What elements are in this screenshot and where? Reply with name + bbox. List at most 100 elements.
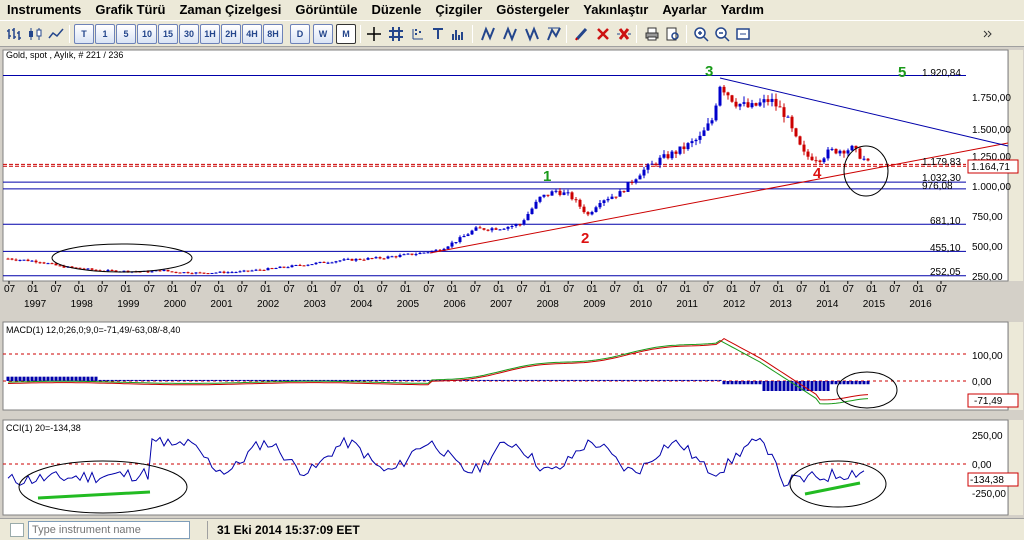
delete-icon[interactable] (593, 24, 613, 44)
macd-histogram-bar (594, 379, 598, 381)
macd-histogram-bar (614, 379, 618, 381)
candle-body (354, 258, 358, 261)
grid-icon[interactable] (386, 24, 406, 44)
timeframe-4h-button[interactable]: 4H (242, 24, 262, 44)
macd-histogram-bar (562, 379, 566, 381)
candle-body (342, 259, 346, 261)
timeframe-30m-button[interactable]: 30 (179, 24, 199, 44)
macd-histogram-bar (286, 379, 290, 381)
wave-tool-1-icon[interactable] (478, 24, 498, 44)
menu-help[interactable]: Yardım (714, 0, 771, 20)
menu-instruments[interactable]: Instruments (0, 0, 88, 20)
candle-body (582, 206, 586, 213)
candle-body (518, 224, 522, 226)
timeframe-10m-button[interactable]: 10 (137, 24, 157, 44)
timeframe-1h-button[interactable]: 1H (200, 24, 220, 44)
menu-view[interactable]: Görüntüle (288, 0, 364, 20)
candle-body (238, 271, 242, 273)
menu-indicators[interactable]: Göstergeler (489, 0, 576, 20)
menu-edit[interactable]: Düzenle (364, 0, 428, 20)
zoom-out-icon[interactable] (712, 24, 732, 44)
menu-chart-type[interactable]: Grafik Türü (88, 0, 172, 20)
zoom-fit-icon[interactable] (733, 24, 753, 44)
menu-zoom[interactable]: Yakınlaştır (576, 0, 655, 20)
candle-body (690, 141, 694, 144)
price-scale-icon[interactable] (408, 24, 428, 44)
instrument-search-input[interactable] (28, 521, 190, 539)
candle-body (174, 271, 178, 273)
timeframe-8h-button[interactable]: 8H (263, 24, 283, 44)
x-year-label: 2003 (304, 299, 327, 310)
wave-tool-2-icon[interactable] (500, 24, 520, 44)
timeframe-1m-button[interactable]: 1 (95, 24, 115, 44)
candle-body (86, 268, 90, 270)
timeframe-weekly-button[interactable]: W (313, 24, 333, 44)
delete-all-icon[interactable] (614, 24, 634, 44)
wave-label-1: 1 (543, 168, 551, 185)
candle-body (710, 120, 714, 124)
wave-tool-3-icon[interactable] (522, 24, 542, 44)
x-month-label: 07 (563, 284, 575, 295)
price-panel[interactable] (2, 49, 1009, 282)
timeframe-15m-button[interactable]: 15 (158, 24, 178, 44)
candle-body (422, 252, 426, 254)
macd-histogram-bar (166, 379, 170, 381)
menu-settings[interactable]: Ayarlar (655, 0, 713, 20)
bar-chart-icon[interactable] (4, 24, 24, 44)
x-year-label: 2001 (210, 299, 233, 310)
macd-histogram-bar (510, 379, 514, 381)
x-year-label: 2007 (490, 299, 513, 310)
candle-body (18, 259, 22, 261)
menu-lines[interactable]: Çizgiler (428, 0, 489, 20)
macd-histogram-bar (494, 379, 498, 381)
text-label-icon[interactable] (428, 24, 448, 44)
macd-histogram-bar (750, 381, 754, 385)
print-icon[interactable] (642, 24, 662, 44)
candle-body (34, 260, 38, 263)
zoom-in-icon[interactable] (691, 24, 711, 44)
candle-body (30, 260, 34, 262)
candle-body (230, 272, 234, 274)
candle-body (490, 228, 494, 231)
macd-histogram-bar (134, 379, 138, 381)
candle-body (202, 272, 206, 274)
pencil-icon[interactable] (572, 24, 592, 44)
x-month-label: 01 (913, 284, 925, 295)
candle-body (738, 103, 742, 107)
timeframe-2h-button[interactable]: 2H (221, 24, 241, 44)
crosshair-icon[interactable] (364, 24, 384, 44)
macd-histogram-bar (78, 376, 82, 381)
macd-panel[interactable] (2, 321, 1009, 411)
candle-body (674, 151, 678, 154)
candle-body (382, 258, 386, 260)
menu-timeframe[interactable]: Zaman Çizelgesi (172, 0, 288, 20)
candle-body (650, 163, 654, 165)
macd-histogram-bar (210, 379, 214, 381)
timeframe-monthly-button[interactable]: M (336, 24, 356, 44)
macd-histogram-bar (498, 379, 502, 381)
wave-tool-4-icon[interactable] (544, 24, 564, 44)
volume-bars-icon[interactable] (448, 24, 468, 44)
timeframe-daily-button[interactable]: D (290, 24, 310, 44)
candle-body (798, 136, 802, 145)
macd-histogram-bar (850, 381, 854, 385)
candle-body (330, 262, 334, 264)
candle-body (178, 272, 182, 274)
macd-histogram-bar (222, 379, 226, 381)
toolbar-chevron-icon[interactable] (980, 24, 994, 44)
x-month-label: 07 (237, 284, 249, 295)
macd-histogram-bar (714, 379, 718, 381)
cci-panel[interactable] (2, 419, 1009, 516)
candle-body (274, 268, 278, 270)
print-preview-icon[interactable] (663, 24, 683, 44)
cci-scrollbar[interactable] (1009, 420, 1023, 515)
timeframe-tick-button[interactable]: T (74, 24, 94, 44)
x-month-label: 07 (423, 284, 435, 295)
macd-histogram-bar (486, 379, 490, 381)
chart-area[interactable]: Gold, spot , Aylık, # 221 / 236 1 2 3 4 … (0, 47, 1024, 518)
candle-body (210, 272, 214, 274)
candle-body (718, 86, 722, 106)
timeframe-5m-button[interactable]: 5 (116, 24, 136, 44)
candlestick-chart-icon[interactable] (25, 24, 45, 44)
line-chart-icon[interactable] (46, 24, 66, 44)
